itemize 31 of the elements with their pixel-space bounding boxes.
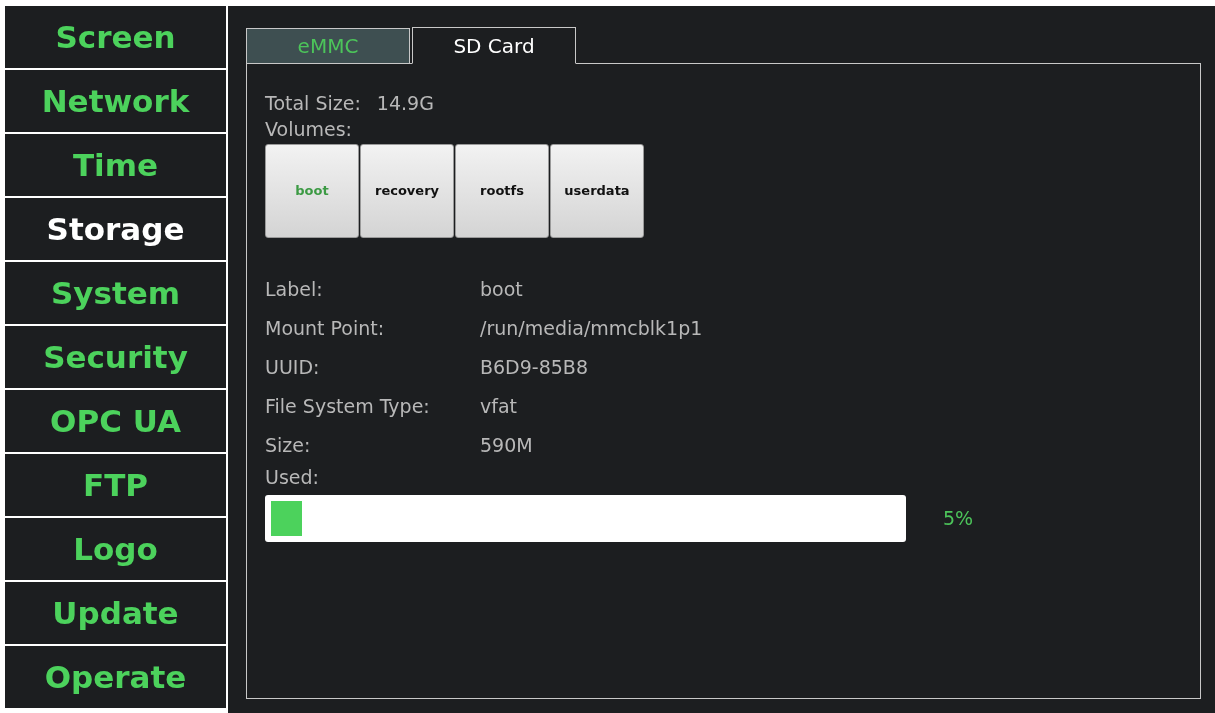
detail-value: 590M — [480, 433, 533, 459]
sidebar-item[interactable]: Network — [5, 70, 226, 132]
total-size-value: 14.9G — [376, 91, 434, 116]
percent-value: 5% — [943, 506, 974, 532]
volume-button[interactable]: recovery — [360, 144, 454, 238]
sidebar-item[interactable]: Security — [5, 326, 226, 388]
sidebar-item[interactable]: System — [5, 262, 226, 324]
volume-button[interactable]: userdata — [550, 144, 644, 238]
sidebar-item[interactable]: Screen — [5, 6, 226, 68]
detail-value: boot — [480, 277, 523, 303]
used-label: Used: — [265, 465, 320, 489]
sidebar-item[interactable]: Time — [5, 134, 226, 196]
detail-value: /run/media/mmcblk1p1 — [480, 316, 703, 342]
total-size-label: Total Size: — [265, 91, 361, 116]
sidebar-item[interactable]: Storage — [5, 198, 226, 260]
sidebar-item[interactable]: Update — [5, 582, 226, 644]
volume-button[interactable]: rootfs — [455, 144, 549, 238]
sidebar-item[interactable]: FTP — [5, 454, 226, 516]
sidebar-item[interactable]: Logo — [5, 518, 226, 580]
detail-label: UUID: — [265, 355, 321, 381]
detail-label: Mount Point: — [265, 316, 386, 342]
sidebar-item[interactable]: Operate — [5, 646, 226, 708]
detail-label: Size: — [265, 433, 312, 459]
detail-label: Label: — [265, 277, 324, 303]
tab[interactable]: eMMC — [246, 28, 410, 64]
tab[interactable]: SD Card — [412, 27, 576, 64]
sidebar-item[interactable]: OPC UA — [5, 390, 226, 452]
detail-label: File System Type: — [265, 394, 431, 420]
detail-value: vfat — [480, 394, 518, 420]
detail-value: B6D9-85B8 — [480, 355, 588, 381]
volumes-label: Volumes: — [265, 117, 353, 142]
